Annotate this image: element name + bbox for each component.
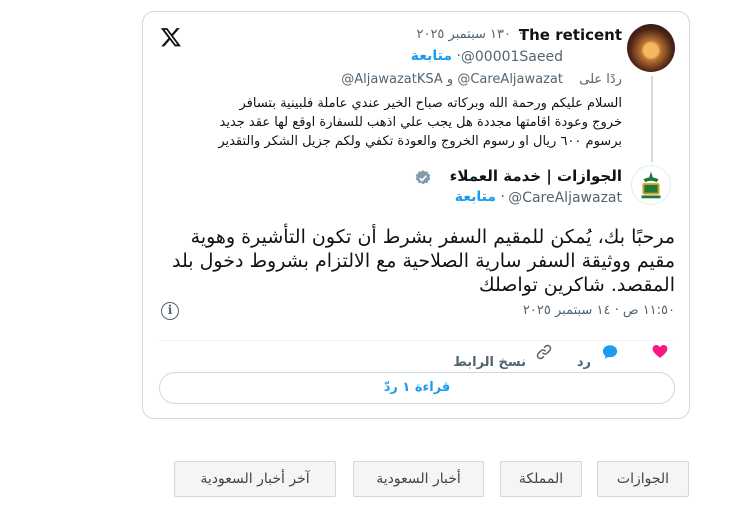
reply-to-prefix: ردًا على xyxy=(579,72,622,87)
tag-link[interactable]: آخر أخبار السعودية xyxy=(174,461,336,497)
original-tweet-line: برسوم ٦٠٠ ريال او رسوم الخروج والعودة تك… xyxy=(218,134,622,149)
reply-author-handle[interactable]: @CareAljawazat xyxy=(508,190,622,206)
copy-link-label[interactable]: نسخ الرابط xyxy=(453,355,526,370)
info-icon[interactable]: i xyxy=(161,302,179,320)
read-replies-button[interactable]: قراءة ١ ردّ xyxy=(159,372,675,404)
original-follow-link[interactable]: متابعة xyxy=(411,48,452,64)
thread-line xyxy=(651,76,653,162)
divider xyxy=(159,340,673,341)
reply-author-name[interactable]: الجوازات | خدمة العملاء xyxy=(450,167,622,185)
reply-timestamp[interactable]: ١١:٥٠ ص · ١٤ سبتمبر ٢٠٢٥ xyxy=(523,303,675,318)
chat-bubble-icon[interactable] xyxy=(601,343,619,361)
embedded-tweet-card: The reticent · ١٣٠ سبتمبر ٢٠٢٥ متابعة · … xyxy=(142,11,690,419)
jawazat-emblem-icon xyxy=(641,171,661,199)
tag-link[interactable]: الجوازات xyxy=(597,461,689,497)
reply-action-label[interactable]: رد xyxy=(577,355,591,370)
tag-link[interactable]: المملكة xyxy=(500,461,582,497)
handle-separator: · xyxy=(500,189,505,205)
original-author-name[interactable]: The reticent xyxy=(519,26,622,44)
verified-badge-icon xyxy=(415,170,431,185)
heart-icon[interactable] xyxy=(651,342,669,360)
reply-tweet-text: مرحبًا بك، يُمكن للمقيم السفر بشرط أن تك… xyxy=(171,226,675,296)
tag-link[interactable]: أخبار السعودية xyxy=(353,461,484,497)
reply-author-avatar[interactable] xyxy=(631,165,671,205)
original-tweet-date[interactable]: ١٣٠ سبتمبر ٢٠٢٥ xyxy=(416,27,511,42)
reply-to-handles[interactable]: @AljawazatKSA و @CareAljawazat xyxy=(341,72,563,87)
x-logo-icon[interactable] xyxy=(160,26,182,48)
original-tweet-line: السلام عليكم ورحمة الله وبركاته صباح الخ… xyxy=(239,96,622,111)
original-author-avatar[interactable] xyxy=(627,24,675,72)
original-author-handle[interactable]: @00001Saeed xyxy=(461,49,563,65)
date-separator: · xyxy=(518,27,523,42)
original-tweet-text: السلام عليكم ورحمة الله وبركاته صباح الخ… xyxy=(152,94,622,151)
original-tweet-line: خروج وعودة اقامتها مجددة هل يجب علي اذهب… xyxy=(219,115,623,130)
link-icon[interactable] xyxy=(535,343,553,361)
reply-follow-link[interactable]: متابعة xyxy=(455,189,496,205)
